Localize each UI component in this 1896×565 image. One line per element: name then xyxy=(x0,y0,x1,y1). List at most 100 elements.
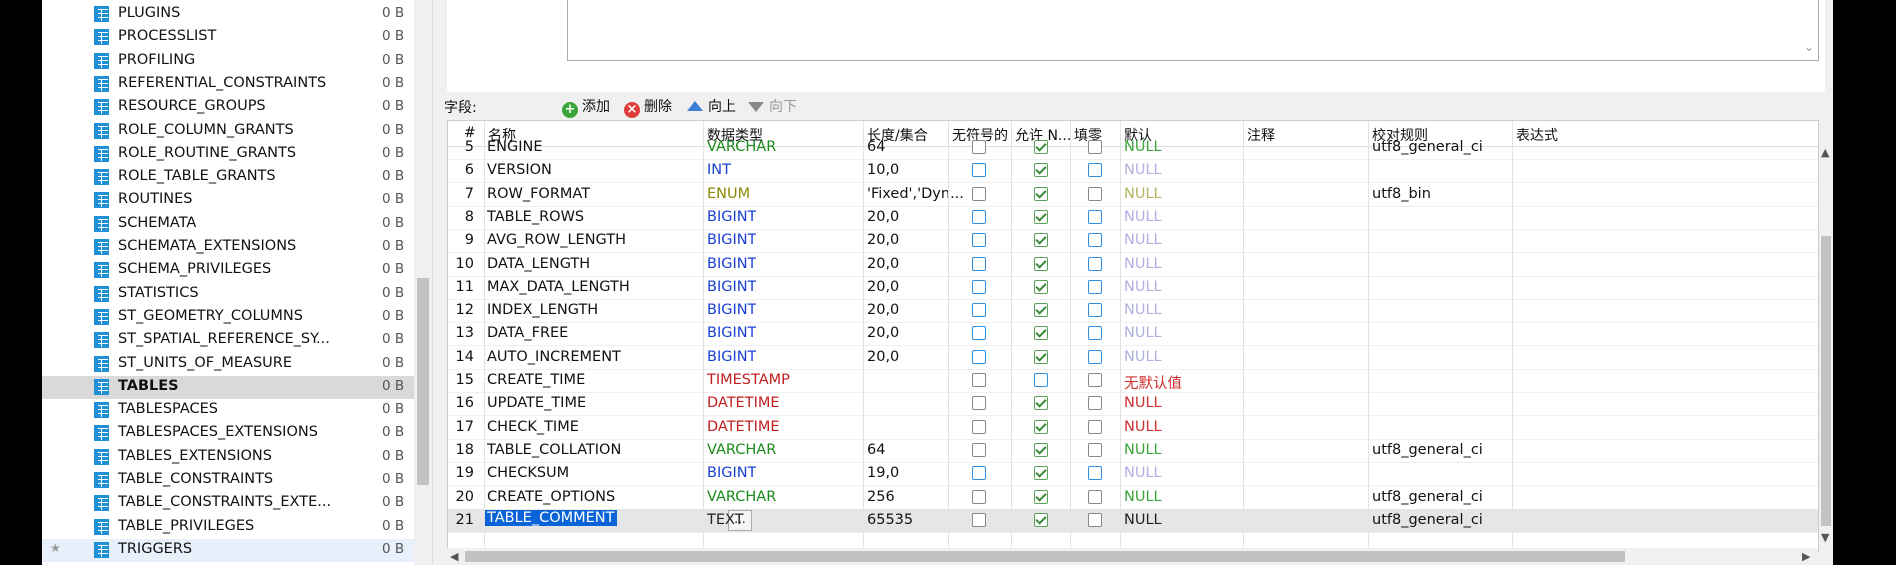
unsigned-checkbox[interactable] xyxy=(972,326,986,341)
tree-item[interactable]: PLUGINS 0 B xyxy=(42,3,414,26)
table-row[interactable]: 7 ROW_FORMAT ENUM 'Fixed','Dyn... NULL utf8_b… xyxy=(448,183,1818,207)
allow-null-checkbox[interactable] xyxy=(1034,396,1048,411)
table-row[interactable]: 21 TABLE_COMMENT... TEXT 65535 NULL utf8_gene… xyxy=(448,508,1818,533)
tree-item[interactable]: TABLES_EXTENSIONS 0 B xyxy=(42,446,414,469)
unsigned-checkbox[interactable] xyxy=(972,186,986,201)
zerofill-checkbox[interactable] xyxy=(1088,396,1102,411)
unsigned-checkbox[interactable] xyxy=(972,373,986,387)
table-row[interactable]: 11 MAX_DATA_LENGTH BIGINT 20,0 NULL xyxy=(448,276,1818,300)
tree-item[interactable]: TABLES 0 B xyxy=(42,375,414,399)
tree-item[interactable]: TABLE_PRIVILEGES 0 B xyxy=(42,516,414,539)
table-row[interactable]: 12 INDEX_LENGTH BIGINT 20,0 NULL xyxy=(448,299,1818,324)
tree-item[interactable]: PROCESSLIST 0 B xyxy=(42,26,414,49)
zerofill-checkbox[interactable] xyxy=(1088,279,1102,294)
tree-item[interactable]: ST_SPATIAL_REFERENCE_SY... 0 B xyxy=(42,329,414,352)
allow-null-checkbox[interactable] xyxy=(1034,512,1048,527)
grid-horizontal-scrollbar[interactable]: ◀ ▶ xyxy=(447,548,1817,565)
unsigned-checkbox[interactable] xyxy=(972,140,986,154)
tree-scrollbar-thumb[interactable] xyxy=(417,278,429,485)
scroll-right-icon[interactable]: ▶ xyxy=(1802,550,1810,563)
unsigned-checkbox[interactable] xyxy=(972,466,986,481)
allow-null-checkbox[interactable] xyxy=(1034,303,1048,318)
zerofill-checkbox[interactable] xyxy=(1088,233,1102,248)
tree-scrollbar[interactable] xyxy=(414,0,432,565)
zerofill-checkbox[interactable] xyxy=(1088,512,1102,527)
zerofill-checkbox[interactable] xyxy=(1088,163,1102,178)
allow-null-checkbox[interactable] xyxy=(1034,140,1048,154)
table-row[interactable]: 13 DATA_FREE BIGINT 20,0 NULL xyxy=(448,322,1818,347)
unsigned-checkbox[interactable] xyxy=(972,303,986,318)
tree-item[interactable]: ★ TRIGGERS 0 B xyxy=(42,538,414,562)
zerofill-checkbox[interactable] xyxy=(1088,303,1102,318)
table-row[interactable]: 15 CREATE_TIME TIMESTAMP 无默认值 xyxy=(448,369,1818,393)
allow-null-checkbox[interactable] xyxy=(1034,326,1048,341)
zerofill-checkbox[interactable] xyxy=(1088,466,1102,481)
tree-item[interactable]: TABLE_CONSTRAINTS_EXTE... 0 B xyxy=(42,492,414,515)
table-row[interactable]: 18 TABLE_COLLATION VARCHAR 64 NULL utf8_gener… xyxy=(448,439,1818,463)
unsigned-checkbox[interactable] xyxy=(972,256,986,271)
allow-null-checkbox[interactable] xyxy=(1034,442,1048,457)
unsigned-checkbox[interactable] xyxy=(972,233,986,248)
tree-item[interactable]: TABLESPACES_EXTENSIONS 0 B xyxy=(42,422,414,445)
allow-null-checkbox[interactable] xyxy=(1034,209,1048,224)
table-row[interactable]: 16 UPDATE_TIME DATETIME NULL xyxy=(448,392,1818,417)
move-down-button[interactable]: 向下 xyxy=(748,96,797,116)
tree-item[interactable]: ST_GEOMETRY_COLUMNS 0 B xyxy=(42,306,414,329)
tree-item[interactable]: ROUTINES 0 B xyxy=(42,189,414,212)
table-row[interactable]: 10 DATA_LENGTH BIGINT 20,0 NULL xyxy=(448,253,1818,277)
allow-null-checkbox[interactable] xyxy=(1034,373,1048,387)
zerofill-checkbox[interactable] xyxy=(1088,256,1102,271)
allow-null-checkbox[interactable] xyxy=(1034,419,1048,434)
scroll-left-icon[interactable]: ◀ xyxy=(450,550,458,563)
zerofill-checkbox[interactable] xyxy=(1088,326,1102,341)
name-edit-input[interactable]: TABLE_COMMENT xyxy=(485,509,617,526)
allow-null-checkbox[interactable] xyxy=(1034,186,1048,201)
table-row[interactable]: 8 TABLE_ROWS BIGINT 20,0 NULL xyxy=(448,206,1818,230)
unsigned-checkbox[interactable] xyxy=(972,489,986,504)
zerofill-checkbox[interactable] xyxy=(1088,489,1102,504)
grid-hscroll-thumb[interactable] xyxy=(465,551,1625,562)
zerofill-checkbox[interactable] xyxy=(1088,186,1102,201)
unsigned-checkbox[interactable] xyxy=(972,442,986,457)
unsigned-checkbox[interactable] xyxy=(972,279,986,294)
tree-item[interactable]: TABLE_CONSTRAINTS 0 B xyxy=(42,469,414,492)
zerofill-checkbox[interactable] xyxy=(1088,140,1102,154)
table-row[interactable]: 5 ENGINE VARCHAR 64 NULL utf8_general_ci xyxy=(448,136,1818,160)
unsigned-checkbox[interactable] xyxy=(972,349,986,364)
star-icon[interactable]: ★ xyxy=(50,541,61,555)
tree-item[interactable]: ST_UNITS_OF_MEASURE 0 B xyxy=(42,353,414,376)
unsigned-checkbox[interactable] xyxy=(972,396,986,411)
allow-null-checkbox[interactable] xyxy=(1034,349,1048,364)
table-row[interactable]: 17 CHECK_TIME DATETIME NULL xyxy=(448,416,1818,440)
allow-null-checkbox[interactable] xyxy=(1034,233,1048,248)
tree-item[interactable]: PROFILING 0 B xyxy=(42,50,414,73)
allow-null-checkbox[interactable] xyxy=(1034,279,1048,294)
unsigned-checkbox[interactable] xyxy=(972,163,986,178)
zerofill-checkbox[interactable] xyxy=(1088,209,1102,224)
zerofill-checkbox[interactable] xyxy=(1088,442,1102,457)
scroll-down-icon[interactable]: ▼ xyxy=(1821,531,1829,544)
table-row[interactable]: 20 CREATE_OPTIONS VARCHAR 256 NULL utf8_gener… xyxy=(448,486,1818,510)
table-row[interactable]: 14 AUTO_INCREMENT BIGINT 20,0 NULL xyxy=(448,346,1818,370)
tree-item[interactable]: SCHEMATA_EXTENSIONS 0 B xyxy=(42,236,414,259)
tree-item[interactable]: STATISTICS 0 B xyxy=(42,283,414,306)
scroll-up-icon[interactable]: ▲ xyxy=(1821,146,1829,159)
tree-item[interactable]: ROLE_COLUMN_GRANTS 0 B xyxy=(42,120,414,143)
allow-null-checkbox[interactable] xyxy=(1034,256,1048,271)
tree-item[interactable]: REFERENTIAL_CONSTRAINTS 0 B xyxy=(42,73,414,96)
grid-vscroll-thumb[interactable] xyxy=(1821,236,1831,526)
tree-item[interactable]: SCHEMATA 0 B xyxy=(42,213,414,236)
chevron-down-icon[interactable]: ⌄ xyxy=(1804,40,1814,54)
allow-null-checkbox[interactable] xyxy=(1034,466,1048,481)
unsigned-checkbox[interactable] xyxy=(972,209,986,224)
zerofill-checkbox[interactable] xyxy=(1088,373,1102,387)
zerofill-checkbox[interactable] xyxy=(1088,349,1102,364)
unsigned-checkbox[interactable] xyxy=(972,512,986,527)
table-row[interactable]: 9 AVG_ROW_LENGTH BIGINT 20,0 NULL xyxy=(448,229,1818,254)
delete-field-button[interactable]: × 删除 xyxy=(624,96,672,118)
tree-item[interactable]: ROLE_TABLE_GRANTS 0 B xyxy=(42,166,414,189)
table-row[interactable]: 19 CHECKSUM BIGINT 19,0 NULL xyxy=(448,462,1818,487)
tree-item[interactable]: TABLESPACES 0 B xyxy=(42,399,414,422)
comment-textarea[interactable]: ⌄ xyxy=(567,0,1819,61)
allow-null-checkbox[interactable] xyxy=(1034,489,1048,504)
